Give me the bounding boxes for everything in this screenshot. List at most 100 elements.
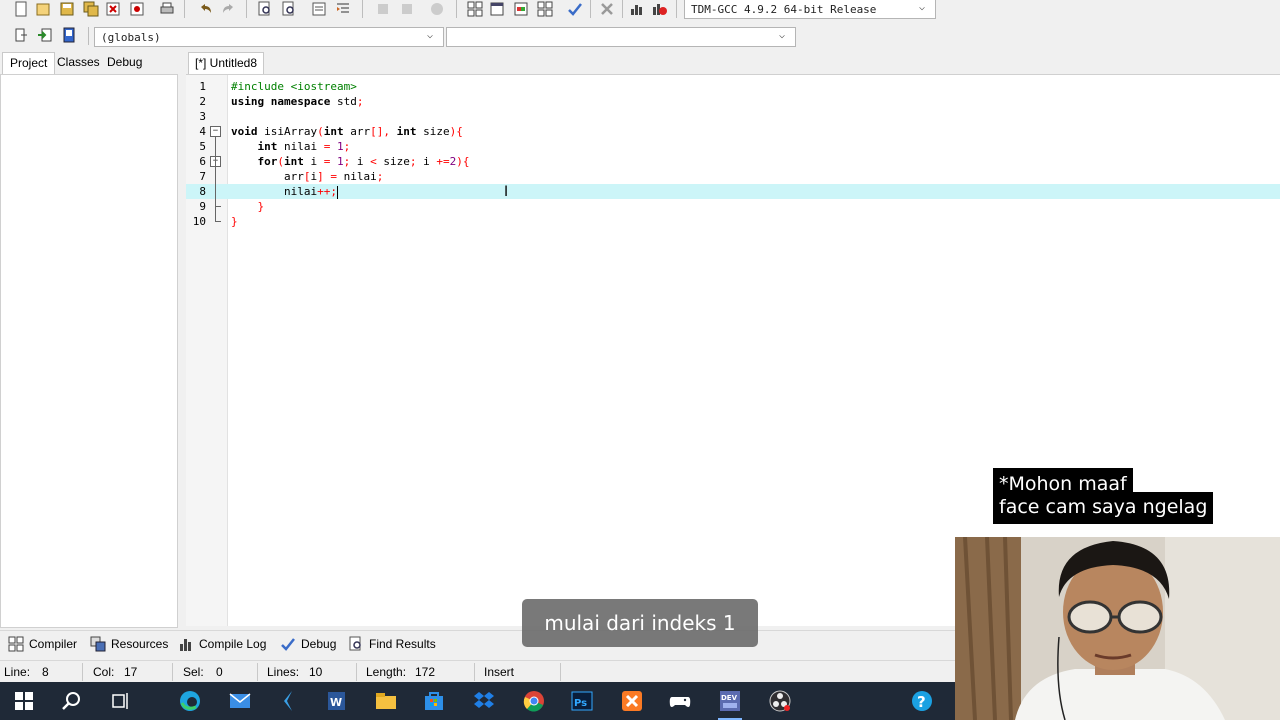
find-icon: [349, 636, 361, 651]
status-lines-value: 10: [309, 665, 323, 679]
fold-toggle-icon[interactable]: −: [210, 126, 221, 137]
indent-icon[interactable]: [334, 0, 352, 18]
back-icon[interactable]: [374, 0, 392, 18]
run-icon[interactable]: [488, 0, 506, 18]
task-view-icon[interactable]: [106, 687, 134, 715]
check-icon: [281, 638, 295, 651]
tab-label: Resources: [111, 637, 169, 651]
bookmark-icon[interactable]: [60, 26, 78, 44]
compiler-select[interactable]: TDM-GCC 4.9.2 64-bit Release ⌵: [684, 0, 936, 19]
function-select[interactable]: ⌵: [446, 27, 796, 47]
code-line: 10 }: [186, 214, 1280, 229]
tab-project[interactable]: Project: [2, 52, 56, 74]
line-number: 5: [199, 140, 206, 153]
line-number: 9: [199, 200, 206, 213]
fold-guide: [215, 221, 221, 222]
line-number: 4: [199, 125, 206, 138]
tab-resources[interactable]: Resources: [90, 634, 168, 654]
devcpp-icon[interactable]: DEV: [716, 687, 744, 720]
project-tree[interactable]: [0, 74, 178, 628]
save-all-icon[interactable]: [82, 0, 100, 18]
line-number: 1: [199, 80, 206, 93]
replace-icon[interactable]: [280, 0, 298, 18]
word-icon[interactable]: W: [322, 687, 350, 715]
tab-compile-log[interactable]: Compile Log: [178, 634, 266, 654]
status-insert-mode: Insert: [484, 665, 515, 679]
search-icon[interactable]: [58, 687, 86, 715]
scope-select[interactable]: (globals) ⌵: [94, 27, 444, 47]
visual-studio-icon[interactable]: [274, 687, 302, 715]
tab-find-results[interactable]: Find Results: [348, 634, 436, 654]
tab-classes[interactable]: Classes: [50, 52, 107, 74]
compiler-select-value: TDM-GCC 4.9.2 64-bit Release: [691, 3, 877, 16]
xampp-icon[interactable]: [618, 687, 646, 715]
status-length-value: 172: [415, 665, 436, 679]
fold-guide: [215, 137, 216, 221]
delete-profile-icon[interactable]: [650, 0, 668, 18]
chevron-down-icon: ⌵: [779, 30, 786, 41]
profile-icon[interactable]: [628, 0, 646, 18]
fold-guide: [215, 206, 221, 207]
tab-debug-output[interactable]: Debug: [280, 634, 336, 654]
status-length-label: Length:: [366, 665, 407, 679]
compile-icon[interactable]: [466, 0, 484, 18]
dropbox-icon[interactable]: [470, 687, 498, 715]
status-line-value: 8: [42, 665, 49, 679]
resources-icon: [90, 636, 106, 652]
tab-compiler[interactable]: Compiler: [8, 634, 77, 654]
tab-label: Debug: [301, 637, 337, 651]
code-line: 6 − for(int i = 1; i < size; i +=2){: [186, 154, 1280, 169]
line-number: 10: [192, 215, 206, 228]
stop-icon[interactable]: [428, 0, 446, 18]
editor-tab-untitled8[interactable]: [*] Untitled8: [188, 52, 265, 74]
status-sel-label: Sel:: [183, 665, 204, 679]
edge-icon[interactable]: [176, 687, 204, 715]
tab-label: Compile Log: [199, 637, 267, 651]
status-col-value: 17: [124, 665, 138, 679]
find-icon[interactable]: [256, 0, 274, 18]
webcam-overlay: [955, 537, 1280, 720]
line-number: 7: [199, 170, 206, 183]
print-icon[interactable]: [158, 0, 176, 18]
mail-icon[interactable]: [226, 687, 254, 715]
close-file-icon[interactable]: [104, 0, 122, 18]
mouse-cursor-icon: I: [504, 184, 509, 200]
compile-run-icon[interactable]: [512, 0, 530, 18]
chrome-icon[interactable]: [520, 687, 548, 715]
insert-icon[interactable]: [12, 26, 30, 44]
forward-icon[interactable]: [398, 0, 416, 18]
open-file-icon[interactable]: [34, 0, 52, 18]
tab-label: Compiler: [29, 637, 78, 651]
rebuild-icon[interactable]: [536, 0, 554, 18]
tab-debug[interactable]: Debug: [100, 52, 149, 74]
project-panel-tabs: Project Classes Debug: [0, 50, 180, 74]
project-panel: Project Classes Debug: [0, 50, 180, 628]
file-explorer-icon[interactable]: [372, 687, 400, 715]
code-line: 4 − void isiArray(int arr[], int size){: [186, 124, 1280, 139]
close-all-icon[interactable]: [128, 0, 146, 18]
clean-icon[interactable]: [598, 0, 616, 18]
photoshop-icon[interactable]: Ps: [568, 687, 596, 715]
new-file-icon[interactable]: [12, 0, 30, 18]
gamepad-icon[interactable]: [666, 687, 694, 715]
windows-start-icon[interactable]: [10, 687, 38, 715]
svg-text:W: W: [330, 696, 342, 709]
tab-label: Find Results: [369, 637, 436, 651]
code-line: 5 int nilai = 1;: [186, 139, 1280, 154]
obs-icon[interactable]: [766, 687, 794, 715]
store-icon[interactable]: [420, 687, 448, 715]
syntax-check-icon[interactable]: [566, 0, 584, 18]
current-code-line: 8 nilai++;: [186, 184, 1280, 199]
save-icon[interactable]: [58, 0, 76, 18]
goto-line-icon[interactable]: [310, 0, 328, 18]
goto-icon[interactable]: [36, 26, 54, 44]
svg-text:?: ?: [917, 693, 926, 711]
scope-select-value: (globals): [101, 31, 161, 44]
status-line-label: Line:: [4, 665, 31, 679]
text-caret: [336, 185, 338, 199]
undo-icon[interactable]: [196, 0, 214, 18]
help-icon[interactable]: ?: [908, 687, 936, 715]
chevron-down-icon: ⌵: [919, 2, 926, 13]
main-toolbar: TDM-GCC 4.9.2 64-bit Release ⌵: [0, 0, 940, 20]
redo-icon[interactable]: [220, 0, 238, 18]
